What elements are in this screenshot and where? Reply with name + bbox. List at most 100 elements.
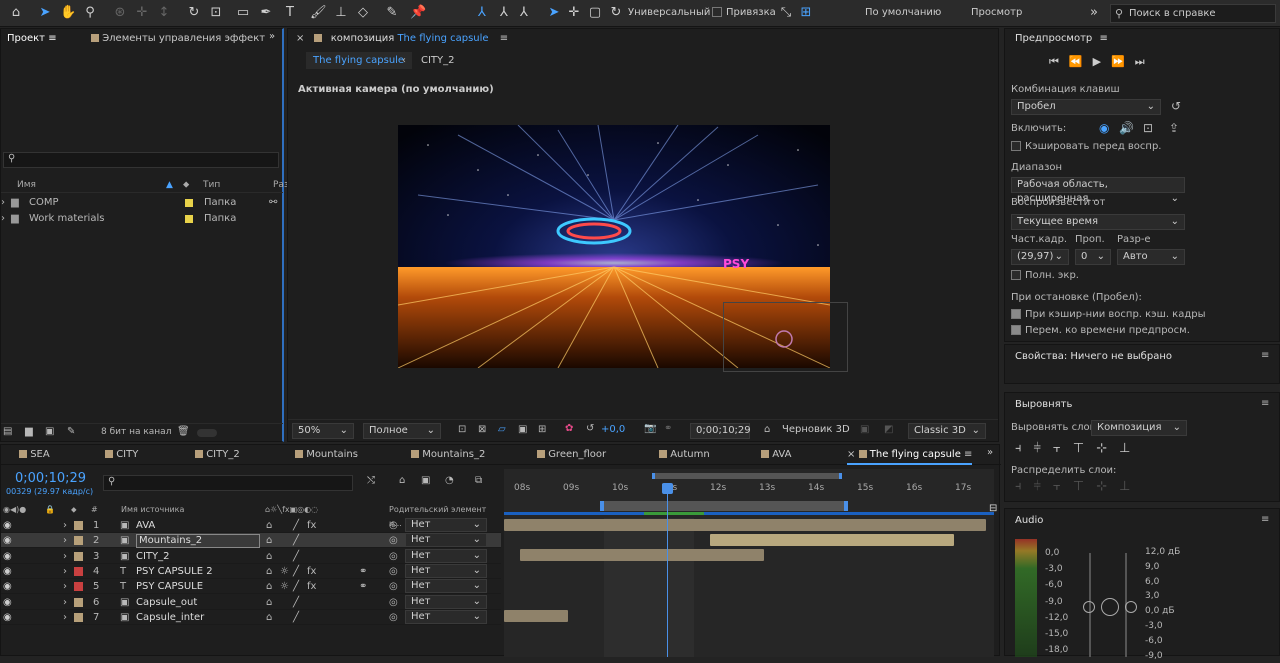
effects-switch-icon[interactable]: fx bbox=[307, 579, 316, 594]
playhead[interactable] bbox=[667, 483, 668, 657]
resolution-select[interactable]: Полное ⌄ bbox=[363, 423, 441, 439]
table-row[interactable]: ◉ › 7 ▣ Capsule_inter ⌂ ╱ ◎ Нет ⌄ bbox=[1, 609, 501, 625]
timeline-tab[interactable]: AVA bbox=[761, 445, 791, 465]
timeline-tab[interactable]: Autumn bbox=[659, 445, 710, 465]
3d-layer-icon[interactable]: ⚭ bbox=[359, 564, 367, 579]
effects-switch-icon[interactable]: fx bbox=[307, 518, 316, 533]
shy-switch-icon[interactable]: ⌂ bbox=[266, 579, 272, 594]
parent-pickwhip-icon[interactable]: ◎ bbox=[389, 579, 398, 594]
next-frame-icon[interactable]: ⏩ bbox=[1111, 55, 1135, 68]
audio-include-icon[interactable]: 🔊 bbox=[1119, 121, 1134, 135]
timeline-tab[interactable]: Mountains_2 bbox=[411, 445, 485, 465]
align-left-icon[interactable]: ⫞ bbox=[1015, 441, 1034, 456]
reset-exposure-icon[interactable]: ↺ bbox=[586, 423, 594, 434]
menu-icon[interactable]: ≡ bbox=[1261, 514, 1269, 525]
align-top-icon[interactable]: ⊤ bbox=[1073, 441, 1096, 456]
parent-pickwhip-icon[interactable]: ◎ bbox=[389, 564, 398, 579]
distribute-hcenter-icon[interactable]: ⊹ bbox=[1096, 479, 1119, 494]
timeline-tab[interactable]: CITY bbox=[105, 445, 138, 465]
parent-select[interactable]: Нет ⌄ bbox=[405, 609, 487, 624]
overlays-include-icon[interactable]: ⊡ bbox=[1143, 121, 1153, 135]
scale-3d-icon[interactable]: ▢ bbox=[587, 5, 603, 21]
align-hcenter-icon[interactable]: ⫩ bbox=[1034, 441, 1053, 456]
distribute-right-icon[interactable]: ⊥ bbox=[1119, 479, 1142, 494]
align-to-select[interactable]: Композиция ⌄ bbox=[1091, 420, 1187, 436]
puppet-pin-icon[interactable]: 📌 bbox=[410, 5, 426, 21]
thumbnail-slider[interactable] bbox=[197, 429, 217, 437]
selection-tool-icon[interactable]: ➤ bbox=[37, 5, 53, 21]
close-icon[interactable]: × bbox=[296, 33, 304, 44]
align-right-icon[interactable]: ⫟ bbox=[1053, 441, 1073, 456]
collapse-switch-icon[interactable]: ☼ bbox=[280, 564, 289, 579]
visibility-icon[interactable]: ◉ bbox=[3, 518, 12, 533]
breadcrumb-item[interactable]: CITY_2 bbox=[421, 55, 455, 66]
visibility-icon[interactable]: ◉ bbox=[3, 564, 12, 579]
view-options-icon[interactable]: ◩ bbox=[884, 424, 893, 435]
extended-viewer-icon[interactable]: ▣ bbox=[860, 424, 869, 435]
distribute-bottom-icon[interactable]: ⫟ bbox=[1053, 479, 1073, 494]
table-row[interactable]: ◉ › 2 ▣ Mountains_2 ⌂ ╱ ◎ Нет ⌄ bbox=[1, 533, 501, 549]
anchor-tool-icon[interactable]: ⊡ bbox=[208, 5, 224, 21]
show-snapshot-icon[interactable]: ⚭ bbox=[664, 423, 672, 434]
snap-options-icon[interactable]: ⤡ bbox=[778, 5, 794, 21]
shy-switch-icon[interactable]: ⌂ bbox=[266, 564, 272, 579]
range-select[interactable]: Рабочая область, расширенная... ⌄ bbox=[1011, 177, 1185, 204]
time-navigator[interactable] bbox=[652, 473, 842, 479]
parent-select[interactable]: Нет ⌄ bbox=[405, 518, 487, 532]
col-type[interactable]: Тип bbox=[203, 177, 220, 193]
breadcrumb[interactable]: The flying capsule ‹ bbox=[306, 52, 412, 69]
timeline-tab[interactable]: CITY_2 bbox=[195, 445, 240, 465]
parent-pickwhip-icon[interactable]: ◎ bbox=[389, 549, 398, 564]
effects-switch-icon[interactable]: fx bbox=[307, 564, 316, 579]
chevron-right-icon[interactable]: › bbox=[63, 595, 67, 610]
motion-blur-icon[interactable]: ◔ bbox=[445, 475, 454, 486]
type-tool-icon[interactable]: T bbox=[282, 5, 298, 21]
shy-layers-icon[interactable]: ⌂ bbox=[399, 475, 405, 486]
preview-tab[interactable]: Предпросмотр ≡ bbox=[1015, 29, 1108, 49]
video-include-icon[interactable]: ◉ bbox=[1099, 121, 1109, 135]
table-row[interactable]: ◉ › 3 ▣ CITY_2 ⌂ ╱ ◎ Нет ⌄ bbox=[1, 548, 501, 564]
adjust-icon[interactable]: ✎ bbox=[67, 426, 75, 437]
chevron-right-icon[interactable]: › bbox=[63, 610, 67, 625]
menu-icon[interactable]: ≡ bbox=[48, 33, 56, 44]
visibility-icon[interactable]: ◉ bbox=[3, 595, 12, 610]
shy-switch-icon[interactable]: ⌂ bbox=[266, 533, 272, 548]
chevron-right-icon[interactable]: › bbox=[63, 533, 67, 548]
3d-layer-icon[interactable]: ⚭ bbox=[359, 579, 367, 594]
more-workspaces-icon[interactable]: » bbox=[1086, 5, 1102, 21]
exposure-value[interactable]: +0,0 bbox=[601, 424, 625, 435]
label-swatch[interactable] bbox=[74, 582, 83, 592]
parent-pickwhip-icon[interactable]: ◎ bbox=[389, 533, 398, 548]
renderer-select[interactable]: Classic 3D ⌄ bbox=[908, 423, 986, 439]
col-source[interactable]: Имя источника bbox=[121, 503, 184, 517]
shy-switch-icon[interactable]: ⌂ bbox=[266, 518, 272, 533]
timecode-field[interactable]: 0;00;10;29 bbox=[690, 423, 751, 439]
work-area-bar[interactable] bbox=[600, 501, 848, 511]
quality-switch-icon[interactable]: ╱ bbox=[293, 549, 299, 564]
timeline-tab[interactable]: × The flying capsule ≡ bbox=[847, 445, 973, 465]
new-comp-icon[interactable]: ▣ bbox=[45, 426, 54, 437]
distribute-vcenter-icon[interactable]: ⫩ bbox=[1034, 479, 1053, 494]
sort-icon[interactable]: ▲ bbox=[166, 177, 173, 193]
parent-select[interactable]: Нет ⌄ bbox=[405, 563, 487, 578]
frame-blending-icon[interactable]: ▣ bbox=[421, 475, 430, 486]
draft-3d-label[interactable]: Черновик 3D bbox=[782, 424, 850, 435]
snapshot-icon[interactable]: 📷 bbox=[644, 423, 656, 434]
workspace-mode[interactable]: Универсальный bbox=[628, 7, 710, 18]
visibility-icon[interactable]: ◉ bbox=[3, 579, 12, 594]
visibility-icon[interactable]: ◉ bbox=[3, 549, 12, 564]
list-item[interactable]: › ▆ COMP Папка ⚯ bbox=[1, 195, 283, 211]
home-icon[interactable]: ⌂ bbox=[8, 5, 24, 21]
fullscreen-option[interactable]: Полн. экр. bbox=[1011, 270, 1079, 281]
parent-pickwhip-icon[interactable]: ◎ bbox=[389, 595, 398, 610]
snap-checkbox[interactable] bbox=[712, 7, 722, 17]
label-swatch[interactable] bbox=[74, 521, 83, 530]
shy-switch-icon[interactable]: ⌂ bbox=[266, 549, 272, 564]
label-swatch[interactable] bbox=[74, 597, 83, 607]
table-row[interactable]: ◉ › 4 T PSY CAPSULE 2 ⌂ ☼ ╱ fx ⚭ ◎ Нет ⌄ bbox=[1, 563, 501, 579]
table-row[interactable]: ◉ › 6 ▣ Capsule_out ⌂ ╱ ◎ Нет ⌄ bbox=[1, 594, 501, 610]
distribute-left-icon[interactable]: ⊤ bbox=[1073, 479, 1096, 494]
rectangle-tool-icon[interactable]: ▭ bbox=[235, 5, 251, 21]
on-stop-option-1[interactable]: При кэшир-нии воспр. кэш. кадры bbox=[1011, 309, 1206, 320]
clone-stamp-icon[interactable]: ⊥ bbox=[333, 5, 349, 21]
